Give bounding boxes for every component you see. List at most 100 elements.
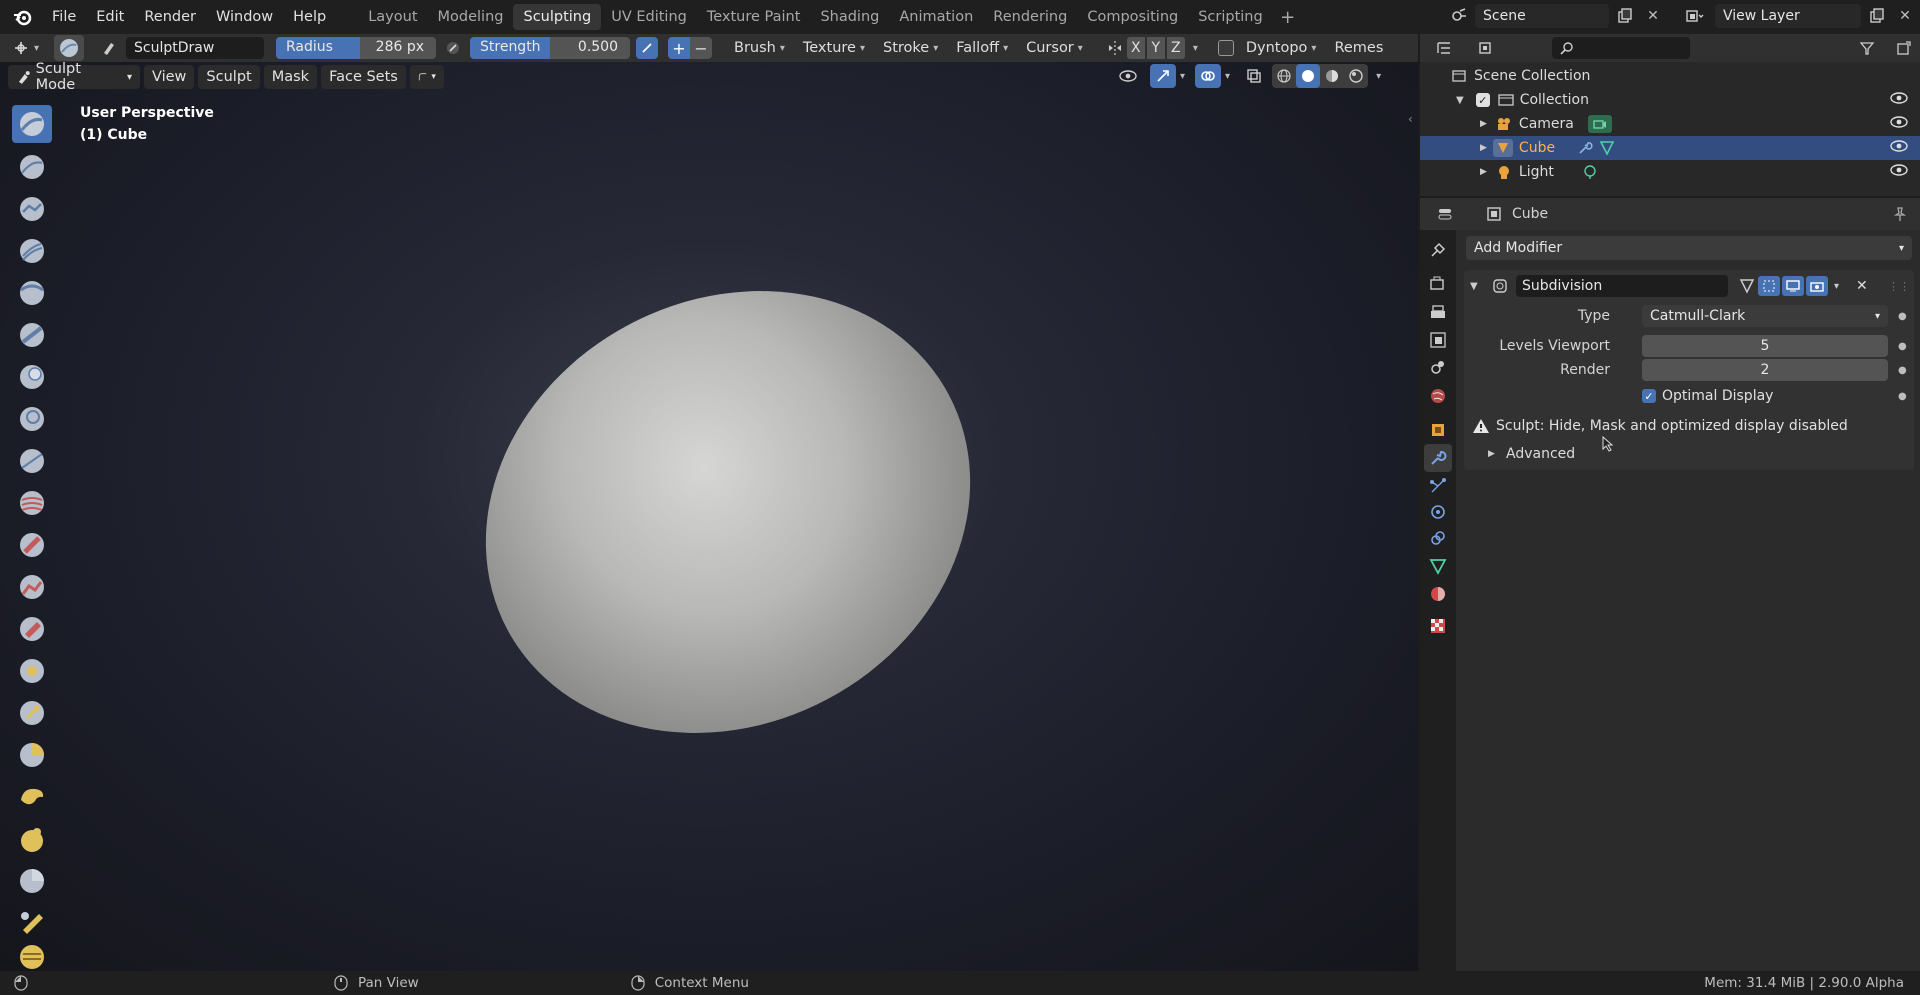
collapse-arrow-icon[interactable]: ▼ [1470,281,1478,292]
cage-toggle-icon[interactable] [1758,276,1780,296]
clay-thumb-tool-icon[interactable] [12,274,52,312]
tool-properties-tab-icon[interactable] [1424,236,1452,264]
crease-tool-icon[interactable] [12,442,52,480]
symmetry-icon[interactable] [1105,40,1125,56]
expand-arrow-icon[interactable]: ▶ [1480,143,1487,153]
pinch-tool-icon[interactable] [12,652,52,690]
menu-mask[interactable]: Mask [263,65,318,89]
tab-compositing[interactable]: Compositing [1077,4,1188,30]
mesh-data-icon[interactable] [1599,140,1615,156]
outliner-item-cube[interactable]: ▶ Cube [1420,136,1920,160]
wireframe-shading-icon[interactable] [1272,68,1296,84]
nudge-tool-icon[interactable] [12,904,52,942]
chevron-down-icon[interactable]: ▾ [1180,71,1185,82]
scene-properties-tab-icon[interactable] [1424,354,1452,382]
chevron-down-icon[interactable]: ▾ [1376,71,1381,82]
symmetry-y-toggle[interactable]: Y [1146,37,1165,59]
menu-sculpt[interactable]: Sculpt [198,65,260,89]
outliner-collection[interactable]: ▼ ✓ Collection [1420,88,1920,112]
render-toggle-icon[interactable] [1806,276,1828,296]
brush-datablock-icon[interactable] [98,40,120,56]
tab-layout[interactable]: Layout [358,4,427,30]
add-modifier-dropdown[interactable]: Add Modifier ▾ [1466,236,1912,260]
radius-slider[interactable]: Radius 286 px [276,37,436,59]
modifier-name-field[interactable]: Subdivision [1516,275,1728,297]
eye-icon[interactable] [1890,116,1908,132]
snake-hook-tool-icon[interactable] [12,778,52,816]
chevron-down-icon[interactable]: ▾ [1193,43,1198,54]
cursor-dropdown[interactable]: Cursor ▾ [1020,37,1089,59]
fill-tool-icon[interactable] [12,568,52,606]
grab-tool-icon[interactable] [12,694,52,732]
material-properties-tab-icon[interactable] [1424,580,1452,608]
keyframe-dot-icon[interactable]: ● [1898,391,1907,402]
mesh-data-properties-tab-icon[interactable] [1424,552,1452,580]
3d-viewport[interactable]: User Perspective (1) Cube ‹ [0,34,1418,971]
brush-name-field[interactable]: SculptDraw [126,37,264,59]
visibility-selectability-icon[interactable] [1112,64,1146,88]
symmetry-x-toggle[interactable]: X [1126,37,1145,59]
menu-file[interactable]: File [42,0,86,34]
outliner-scene-collection[interactable]: Scene Collection [1420,64,1920,88]
sculpted-cube-mesh[interactable] [407,207,1049,817]
brush-dropdown[interactable]: Brush ▾ [728,37,791,59]
viewport-display-toggle-icon[interactable] [1782,276,1804,296]
levels-viewport-field[interactable]: 5 [1642,335,1888,357]
wrench-modifier-icon[interactable] [1577,140,1593,156]
tab-shading[interactable]: Shading [810,4,889,30]
delete-view-layer-icon[interactable]: ✕ [1893,4,1917,28]
rotate-tool-icon[interactable] [12,944,52,970]
dyntopo-dropdown[interactable]: Dyntopo ▾ [1240,37,1323,59]
overlays-toggle-icon[interactable] [1195,64,1222,88]
particles-properties-tab-icon[interactable] [1424,472,1452,500]
pin-icon[interactable] [1892,206,1908,222]
brush-preview-icon[interactable] [54,35,84,61]
rendered-shading-icon[interactable] [1344,68,1368,84]
clay-tool-icon[interactable] [12,190,52,228]
menu-edit[interactable]: Edit [86,0,134,34]
outliner-editor-type-icon[interactable] [1428,36,1462,60]
blob-tool-icon[interactable] [12,400,52,438]
new-collection-icon[interactable] [1892,36,1916,60]
expand-arrow-icon[interactable]: ▶ [1488,449,1495,459]
tab-uv-editing[interactable]: UV Editing [601,4,697,30]
layer-tool-icon[interactable] [12,316,52,354]
render-levels-field[interactable]: 2 [1642,359,1888,381]
world-properties-tab-icon[interactable] [1424,382,1452,410]
new-view-layer-icon[interactable] [1865,4,1889,28]
dyntopo-checkbox[interactable] [1217,40,1234,56]
modifier-properties-tab-icon[interactable] [1424,444,1452,472]
menu-help[interactable]: Help [283,0,336,34]
remesh-dropdown[interactable]: Remes [1328,37,1383,59]
view-layer-properties-tab-icon[interactable] [1424,326,1452,354]
stroke-dropdown[interactable]: Stroke ▾ [877,37,944,59]
object-properties-tab-icon[interactable] [1424,416,1452,444]
outliner-item-light[interactable]: ▶ Light [1420,160,1920,184]
draw-sharp-tool-icon[interactable] [12,148,52,186]
material-shading-icon[interactable] [1320,68,1344,84]
light-data-icon[interactable] [1582,164,1598,180]
symmetry-z-toggle[interactable]: Z [1166,37,1185,59]
eye-icon[interactable] [1890,164,1908,180]
clay-strips-tool-icon[interactable] [12,232,52,270]
advanced-row[interactable]: ▶ Advanced [1464,442,1914,466]
constraints-properties-tab-icon[interactable] [1424,524,1452,552]
collection-checkbox[interactable]: ✓ [1475,93,1490,107]
keyframe-dot-icon[interactable]: ● [1898,311,1907,322]
xray-toggle-icon[interactable] [1242,64,1266,88]
pose-tool-icon[interactable] [12,862,52,900]
tab-texture-paint[interactable]: Texture Paint [697,4,811,30]
keyframe-dot-icon[interactable]: ● [1898,341,1907,352]
menu-face-sets[interactable]: Face Sets [321,65,406,89]
radius-pressure-icon[interactable] [442,40,464,56]
blender-logo-icon[interactable] [10,5,34,29]
transform-pivot-icon[interactable]: ▾ [409,65,444,89]
new-scene-icon[interactable] [1613,4,1637,28]
outliner-search-input[interactable] [1552,37,1690,59]
add-workspace-icon[interactable]: + [1277,6,1299,28]
tab-modeling[interactable]: Modeling [428,4,514,30]
outliner-item-camera[interactable]: ▶ Camera [1420,112,1920,136]
filter-icon[interactable] [1850,36,1884,60]
elastic-deform-tool-icon[interactable] [12,736,52,774]
gizmo-toggle-icon[interactable] [1150,64,1176,88]
